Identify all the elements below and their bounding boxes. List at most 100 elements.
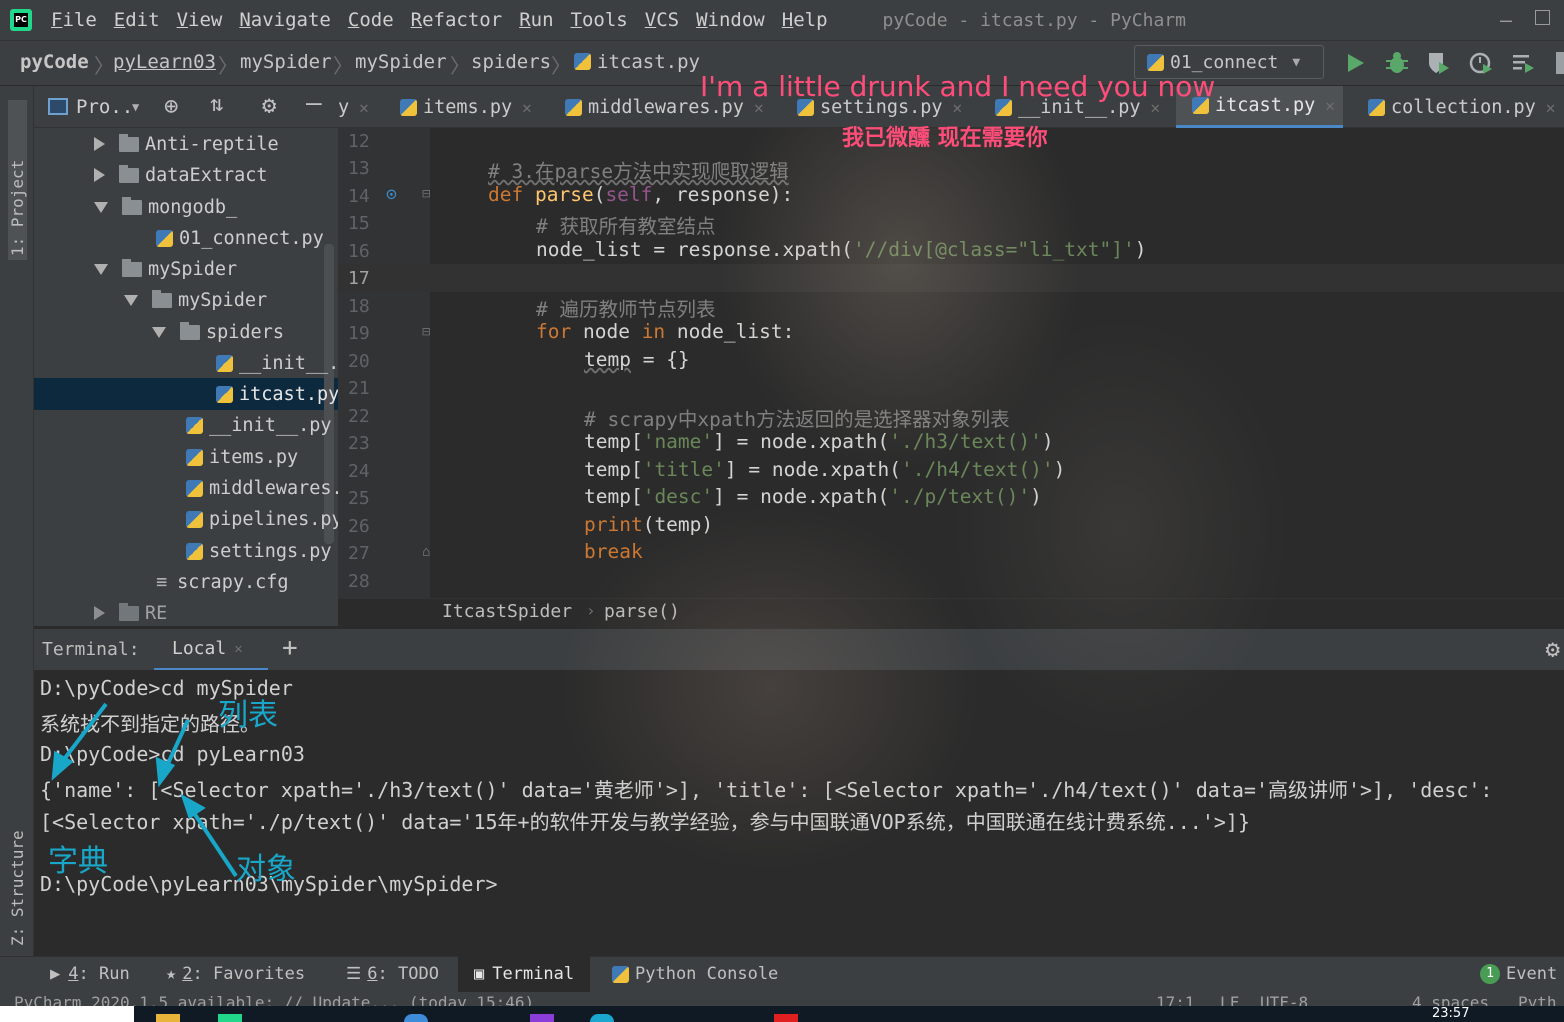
gear-icon[interactable]: ⚙: [262, 91, 276, 119]
status-position[interactable]: 17:1: [1156, 992, 1195, 1006]
app-icon[interactable]: [590, 1014, 614, 1022]
menu-file[interactable]: File: [51, 9, 97, 31]
breadcrumb-class[interactable]: ItcastSpider: [442, 601, 572, 622]
tab-project[interactable]: 1: Project: [8, 100, 27, 260]
menu-refactor[interactable]: Refactor: [411, 9, 503, 31]
breadcrumb-folder[interactable]: mySpider: [355, 51, 447, 73]
status-indent[interactable]: 4 spaces: [1412, 992, 1489, 1006]
tree-item-folder[interactable]: dataExtract: [94, 160, 268, 190]
tab-terminal-active[interactable]: ▣ Terminal: [458, 956, 591, 992]
chevron-down-icon[interactable]: [152, 326, 166, 338]
tree-item-folder[interactable]: spiders: [152, 317, 284, 347]
tree-item-file[interactable]: items.py: [186, 442, 298, 472]
menu-vcs[interactable]: VCS: [645, 9, 679, 31]
status-interpreter[interactable]: Pyth: [1518, 992, 1557, 1006]
tree-item-file[interactable]: ≡ scrapy.cfg: [156, 567, 289, 597]
tree-item-file[interactable]: pipelines.py: [186, 504, 343, 534]
tree-item-folder[interactable]: mySpider: [94, 254, 237, 284]
chevron-down-icon[interactable]: ▼: [132, 100, 139, 114]
concurrency-icon[interactable]: [1510, 50, 1536, 76]
minimize-button[interactable]: —: [1500, 8, 1512, 32]
breadcrumb-folder[interactable]: spiders: [471, 51, 551, 73]
tree-item-label: settings.py: [209, 540, 332, 562]
override-method-icon[interactable]: ⊙: [386, 184, 397, 205]
collapse-all-icon[interactable]: ⇅: [210, 92, 223, 117]
file-explorer-icon[interactable]: [156, 1014, 180, 1022]
browser-icon[interactable]: [404, 1014, 428, 1022]
gear-icon[interactable]: ⚙: [1546, 635, 1560, 663]
tab-python-console[interactable]: Python Console: [612, 956, 778, 992]
chevron-down-icon[interactable]: [94, 201, 108, 213]
taskbar-search-box[interactable]: [0, 1006, 134, 1022]
tree-item-file[interactable]: __init__.py: [186, 410, 332, 440]
tab-run[interactable]: ▶ 4: Run: [50, 956, 130, 992]
chevron-right-icon[interactable]: [94, 168, 105, 182]
tree-item-file[interactable]: 01_connect.py: [156, 223, 324, 253]
project-view-select[interactable]: Pro..: [76, 96, 133, 118]
line-number: 12: [348, 131, 370, 152]
close-icon[interactable]: ✕: [359, 98, 369, 117]
fold-icon[interactable]: ⊟: [422, 186, 430, 202]
python-file-icon: [186, 542, 203, 560]
terminal-icon: ▣: [474, 964, 485, 984]
tab-truncated[interactable]: y ✕: [338, 86, 369, 128]
debug-icon[interactable]: [1384, 50, 1410, 76]
menu-navigate[interactable]: Navigate: [239, 9, 331, 31]
search-everywhere-icon[interactable]: [1556, 52, 1564, 74]
breadcrumb-method[interactable]: parse(): [604, 601, 680, 622]
tree-item-file[interactable]: middlewares.: [186, 473, 343, 503]
pycharm-taskbar-icon[interactable]: [218, 1014, 242, 1022]
chevron-down-icon[interactable]: [94, 263, 108, 275]
tree-item-file-selected[interactable]: itcast.py: [216, 379, 339, 409]
app-icon[interactable]: [530, 1014, 554, 1022]
menu-edit[interactable]: Edit: [114, 9, 160, 31]
close-icon[interactable]: ✕: [522, 98, 532, 117]
breadcrumb-project[interactable]: pyCode: [20, 51, 89, 73]
fold-icon[interactable]: ⌂: [422, 544, 430, 560]
status-encoding[interactable]: UTF-8: [1260, 992, 1308, 1006]
close-icon[interactable]: ✕: [234, 641, 242, 657]
tree-item-file[interactable]: settings.py: [186, 536, 332, 566]
profile-icon[interactable]: [1468, 50, 1494, 76]
locate-file-icon[interactable]: ⊕: [164, 92, 178, 120]
tree-item-folder[interactable]: Anti-reptile: [94, 129, 279, 159]
app-icon[interactable]: [774, 1014, 798, 1022]
fold-icon[interactable]: ⊟: [422, 324, 430, 340]
tree-item-folder[interactable]: mongodb_: [94, 192, 237, 222]
add-terminal-icon[interactable]: +: [282, 633, 298, 663]
breadcrumb-folder[interactable]: pyLearn03: [113, 51, 216, 73]
hide-panel-icon[interactable]: —: [306, 88, 322, 118]
breadcrumb-folder[interactable]: mySpider: [240, 51, 332, 73]
menu-window[interactable]: Window: [696, 9, 765, 31]
tree-item-folder[interactable]: RE: [94, 598, 167, 628]
run-icon: ▶: [50, 964, 61, 984]
tree-item-file[interactable]: __init__.: [216, 348, 339, 378]
terminal-tab-local[interactable]: Local ✕: [154, 629, 268, 671]
tab-items[interactable]: items.py ✕: [400, 86, 532, 128]
breadcrumb-file[interactable]: itcast.py: [574, 51, 700, 73]
status-message[interactable]: PyCharm 2020.1.5 available: // Update...…: [14, 992, 534, 1006]
run-icon[interactable]: [1342, 50, 1368, 76]
code-lines[interactable]: # 3.在parse方法中实现爬取逻辑 def parse(self, resp…: [488, 128, 1558, 598]
menu-code[interactable]: Code: [348, 9, 394, 31]
menu-run[interactable]: Run: [519, 9, 553, 31]
status-line-separator[interactable]: LF: [1220, 992, 1239, 1006]
code-line: temp['title'] = node.xpath('./h4/text()'…: [584, 458, 1066, 481]
chevron-right-icon[interactable]: [94, 137, 105, 151]
tab-collection[interactable]: collection.py ✕: [1368, 86, 1555, 128]
tab-favorites[interactable]: ★ 2: Favorites: [166, 956, 305, 992]
menu-help[interactable]: Help: [782, 9, 828, 31]
menu-tools[interactable]: Tools: [571, 9, 628, 31]
tab-todo[interactable]: ☰ 6: TODO: [346, 956, 439, 992]
close-icon[interactable]: ✕: [1325, 96, 1335, 115]
event-log-button[interactable]: 1 Event: [1480, 956, 1557, 992]
maximize-button[interactable]: [1535, 10, 1550, 25]
coverage-icon[interactable]: [1425, 50, 1451, 76]
tree-item-folder[interactable]: mySpider: [124, 285, 267, 315]
menu-view[interactable]: View: [177, 9, 223, 31]
chevron-right-icon[interactable]: [94, 606, 105, 620]
close-icon[interactable]: ✕: [1546, 98, 1556, 117]
tab-structure[interactable]: Z: Structure: [8, 786, 27, 946]
project-panel-header: Pro.. ▼ ⊕ ⇅ ⚙ —: [34, 86, 338, 128]
chevron-down-icon[interactable]: [124, 294, 138, 306]
